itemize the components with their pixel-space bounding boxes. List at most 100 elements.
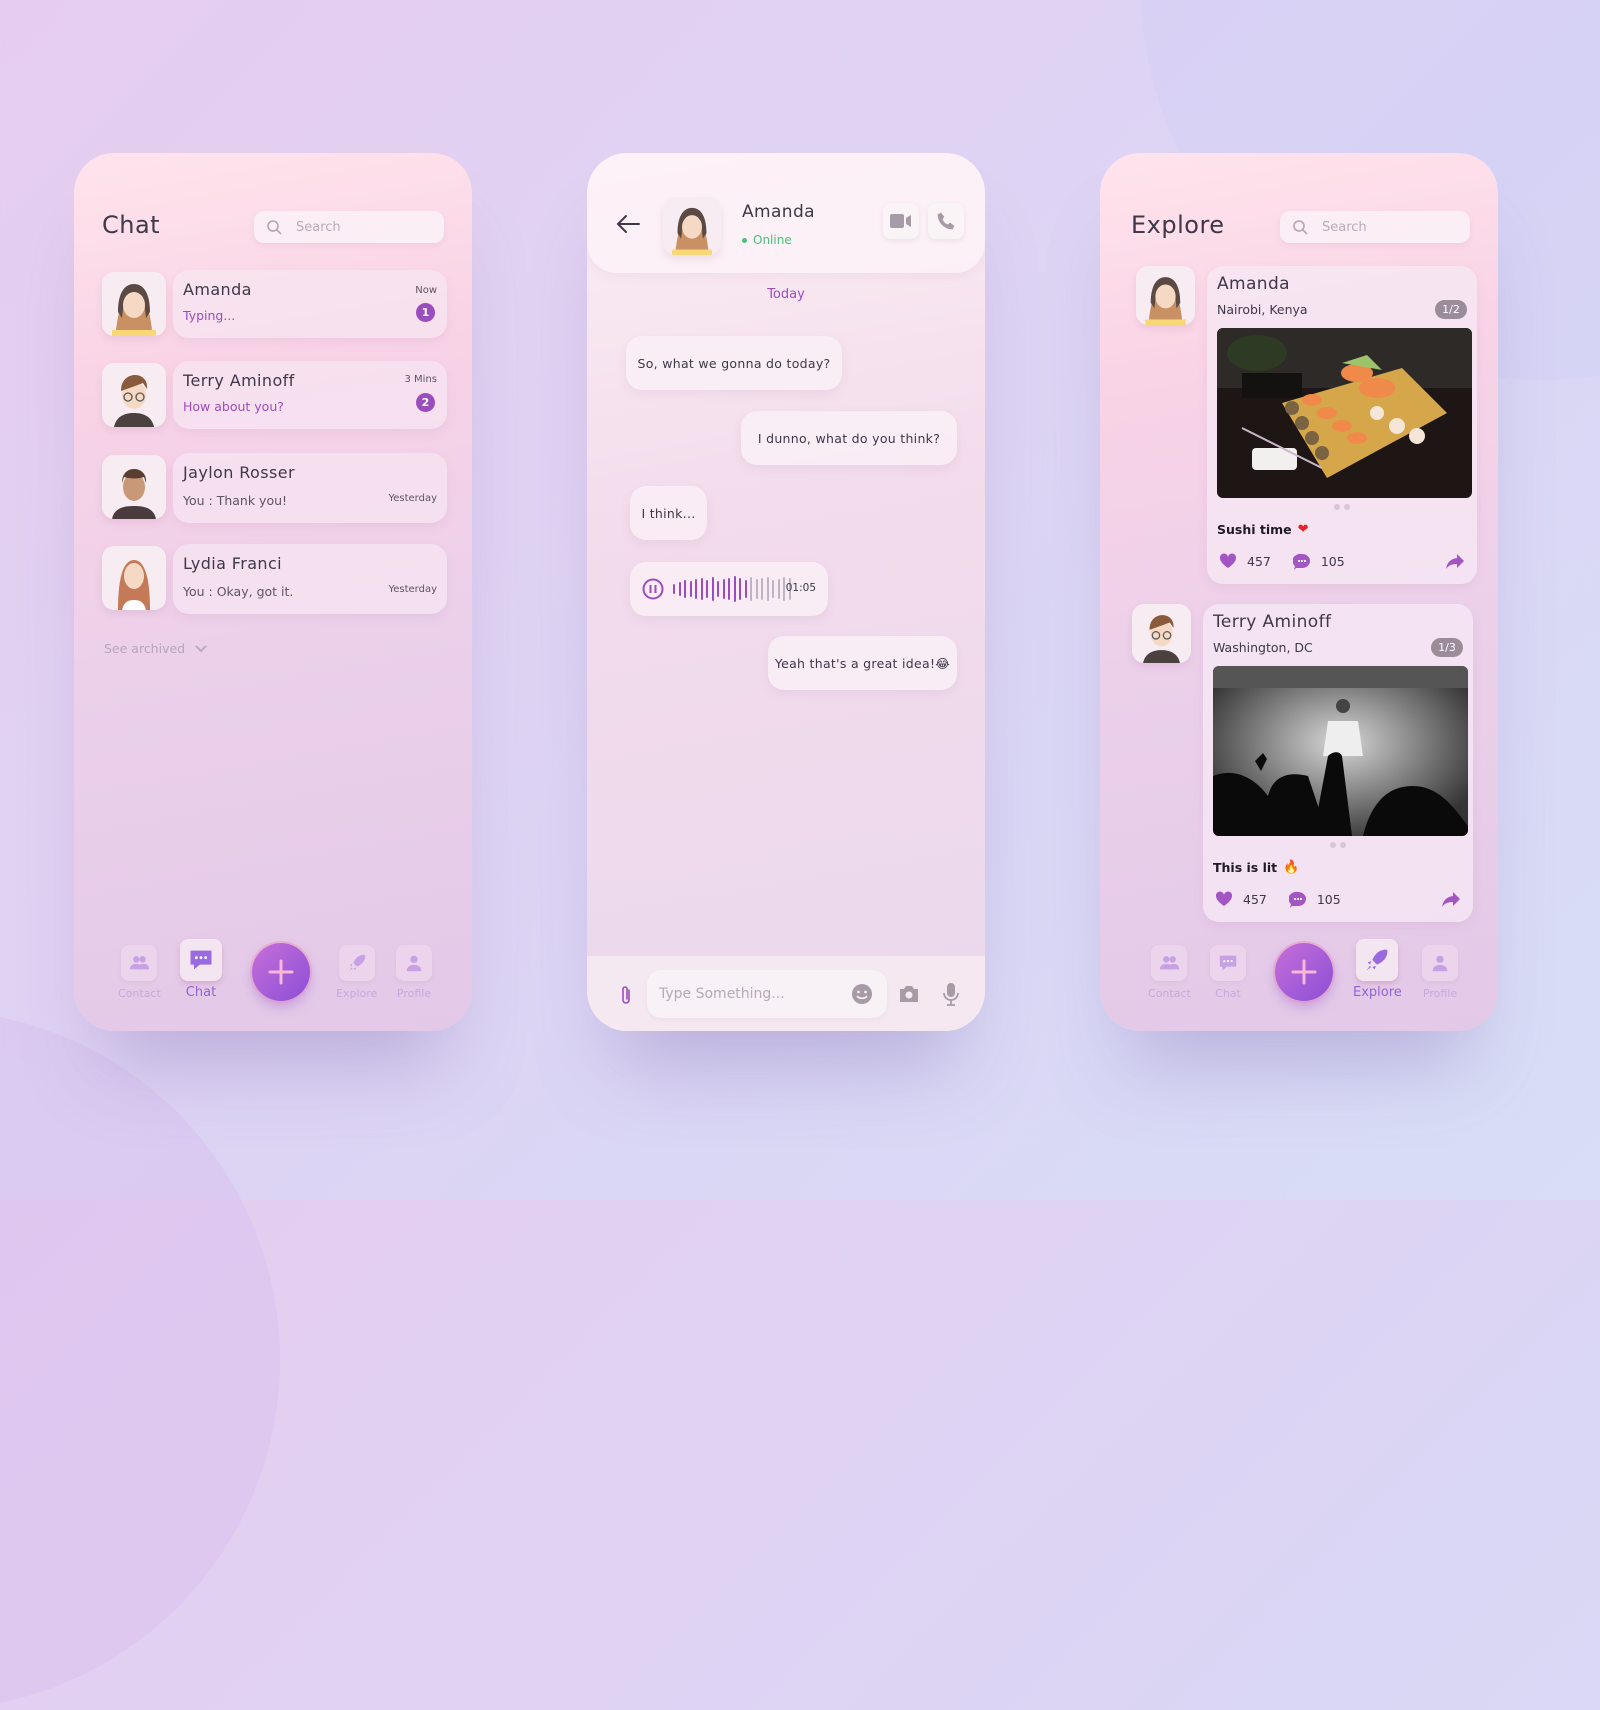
- page-title: Chat: [102, 211, 161, 239]
- share-icon[interactable]: [1441, 891, 1461, 908]
- comment-icon[interactable]: [1288, 891, 1307, 908]
- waveform-bar: [706, 580, 708, 598]
- nav-profile[interactable]: Profile: [1422, 945, 1458, 1000]
- search-placeholder: Search: [1322, 219, 1367, 235]
- nav-chat[interactable]: Chat: [180, 939, 222, 1000]
- date-divider: Today: [767, 287, 805, 302]
- page-title: Explore: [1131, 211, 1225, 239]
- avatar[interactable]: [1136, 266, 1195, 325]
- nav-explore[interactable]: Explore: [1353, 939, 1402, 1000]
- caption-text: Sushi time: [1217, 522, 1292, 537]
- waveform-bar: [673, 584, 675, 594]
- search-icon: [267, 220, 282, 235]
- waveform-bar: [695, 579, 697, 599]
- waveform-bar: [700, 578, 703, 600]
- online-status: Online: [742, 233, 792, 247]
- last-message: How about you?: [183, 399, 284, 414]
- last-message: You : Okay, got it.: [183, 584, 294, 599]
- voice-duration: 01:05: [785, 582, 816, 594]
- add-button[interactable]: [252, 943, 310, 1001]
- conversation-card[interactable]: Amanda Typing... Now 1: [173, 270, 447, 338]
- avatar: [102, 546, 166, 610]
- input-placeholder: Type Something...: [659, 986, 785, 1002]
- background-shape: [0, 1010, 280, 1710]
- nav-contact[interactable]: Contact: [1148, 945, 1191, 1000]
- avatar-woman-long-hair-icon: [118, 560, 150, 610]
- sushi-photo: [1217, 328, 1472, 498]
- avatar-woman-icon: [112, 284, 156, 336]
- message-input[interactable]: Type Something...: [647, 970, 887, 1018]
- nav-label: Explore: [336, 987, 378, 1000]
- comment-icon[interactable]: [1292, 553, 1311, 570]
- conversation-card[interactable]: Terry Aminoff How about you? 3 Mins 2: [173, 361, 447, 429]
- post-author: Terry Aminoff: [1213, 612, 1332, 632]
- carousel-dots: [1203, 842, 1473, 848]
- contact-name: Amanda: [742, 202, 815, 222]
- see-archived-label: See archived: [104, 641, 186, 656]
- avatar-woman-icon: [672, 207, 712, 255]
- pause-icon[interactable]: [642, 578, 664, 600]
- waveform-bar: [728, 578, 730, 600]
- profile-icon: [1432, 955, 1448, 972]
- comments-count: 105: [1316, 891, 1341, 907]
- avatar-man-glasses-icon: [114, 375, 154, 427]
- avatar: [663, 197, 721, 255]
- chat-list-screen: Chat Search Amanda Typing... Now 1 Terry…: [74, 153, 472, 1031]
- nav-explore[interactable]: Explore: [336, 945, 377, 1000]
- camera-icon[interactable]: [898, 984, 920, 1004]
- video-camera-icon: [890, 214, 911, 228]
- emoji-icon[interactable]: [851, 983, 873, 1005]
- online-dot: [742, 237, 747, 243]
- concert-photo: [1213, 666, 1468, 836]
- like-heart-icon[interactable]: [1215, 891, 1233, 907]
- post-author: Amanda: [1217, 274, 1290, 294]
- voice-waveform[interactable]: [673, 576, 791, 602]
- nav-label: Contact: [1148, 987, 1191, 1000]
- like-heart-icon[interactable]: [1219, 553, 1237, 569]
- waveform-bar: [766, 577, 769, 601]
- paperclip-icon[interactable]: [620, 984, 632, 1006]
- search-placeholder: Search: [296, 219, 341, 235]
- post-image-sushi[interactable]: [1217, 328, 1472, 498]
- post-image-concert[interactable]: [1213, 666, 1468, 836]
- microphone-icon[interactable]: [942, 982, 960, 1006]
- post-location: Washington, DC: [1213, 640, 1313, 655]
- search-input[interactable]: Search: [254, 211, 444, 243]
- voice-message[interactable]: 01:05: [630, 562, 828, 616]
- avatar: [102, 363, 166, 427]
- search-input[interactable]: Search: [1280, 211, 1470, 243]
- message-received: I think...: [630, 486, 707, 540]
- last-message: Typing...: [183, 308, 236, 323]
- rocket-icon: [1366, 949, 1388, 971]
- nav-profile[interactable]: Profile: [396, 945, 432, 1000]
- comments-count: 105: [1320, 553, 1345, 569]
- contact-name: Amanda: [183, 280, 252, 299]
- nav-contact[interactable]: Contact: [118, 945, 161, 1000]
- share-icon[interactable]: [1445, 553, 1465, 570]
- chat-bubble-icon: [190, 950, 212, 970]
- avatar[interactable]: [1132, 604, 1191, 663]
- conversation-card[interactable]: Lydia Franci You : Okay, got it. Yesterd…: [173, 544, 447, 614]
- waveform-bar: [750, 577, 752, 601]
- message-time: Yesterday: [388, 493, 437, 504]
- add-button[interactable]: [1275, 943, 1333, 1001]
- video-call-button[interactable]: [883, 203, 919, 239]
- contact-name: Lydia Franci: [183, 554, 283, 573]
- see-archived-link[interactable]: See archived: [104, 641, 207, 656]
- bottom-nav: Contact Chat Explore Profile: [1100, 923, 1498, 1013]
- heart-emoji: ❤: [1297, 522, 1309, 537]
- message-time: Now: [415, 285, 437, 296]
- nav-label: Chat: [185, 985, 217, 1000]
- back-arrow-icon[interactable]: [615, 211, 641, 237]
- waveform-bar: [684, 580, 686, 598]
- conversation-card[interactable]: Jaylon Rosser You : Thank you! Yesterday: [173, 453, 447, 523]
- unread-badge: 1: [416, 303, 435, 322]
- likes-count: 457: [1243, 891, 1267, 907]
- nav-chat[interactable]: Chat: [1210, 945, 1246, 1000]
- image-counter: 1/2: [1435, 300, 1467, 319]
- post-card: Terry Aminoff Washington, DC 1/3 This is…: [1203, 604, 1473, 922]
- avatar-woman-icon: [1145, 277, 1186, 325]
- post-stats: 457 105: [1219, 550, 1465, 572]
- unread-badge: 2: [416, 393, 435, 412]
- voice-call-button[interactable]: [928, 203, 964, 239]
